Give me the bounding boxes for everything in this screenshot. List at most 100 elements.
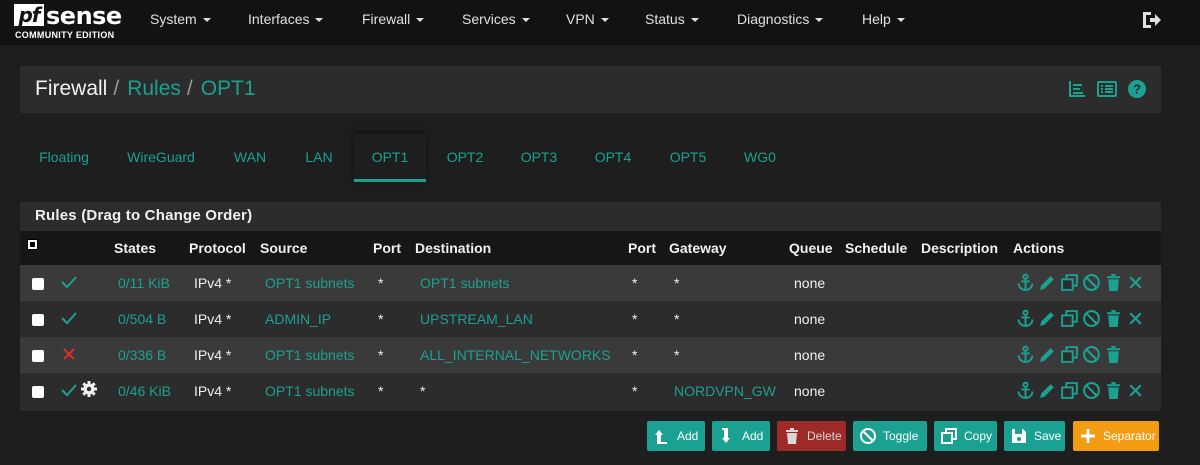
block-cross-icon[interactable]: [60, 345, 78, 366]
cell-source[interactable]: ADMIN_IP: [265, 311, 331, 327]
table-row[interactable]: 0/46 KiB IPv4 * OPT1 subnets * * * NORDVPN_GW n…: [20, 373, 1161, 409]
copy-button[interactable]: Copy: [934, 421, 997, 451]
add-top-button[interactable]: Add: [647, 421, 705, 451]
ban-icon[interactable]: [1082, 345, 1101, 367]
nav-services[interactable]: Services: [462, 11, 530, 27]
cell-destination[interactable]: OPT1 subnets: [420, 275, 510, 291]
trash-icon[interactable]: [1104, 381, 1123, 403]
cell-states[interactable]: 0/336 B: [118, 347, 166, 363]
pencil-icon[interactable]: [1038, 345, 1057, 367]
pencil-icon[interactable]: [1038, 273, 1057, 295]
pass-check-icon[interactable]: [60, 309, 78, 330]
cell-destination[interactable]: ALL_INTERNAL_NETWORKS: [420, 347, 611, 363]
breadcrumb-opt1-link[interactable]: OPT1: [201, 77, 256, 100]
logo-sense: sense: [46, 2, 122, 30]
table-row[interactable]: 0/11 KiB IPv4 * OPT1 subnets * OPT1 subnets *…: [20, 265, 1161, 301]
cell-destination-port: *: [632, 347, 638, 363]
add-bottom-button[interactable]: Add: [712, 421, 770, 451]
pass-check-icon[interactable]: [60, 381, 78, 402]
tab-opt3[interactable]: OPT3: [510, 134, 568, 182]
caret-down-icon: [315, 18, 324, 23]
tab-opt5[interactable]: OPT5: [659, 134, 717, 182]
row-checkbox[interactable]: [32, 278, 44, 290]
nav-diagnostics[interactable]: Diagnostics: [737, 11, 824, 27]
pfsense-logo[interactable]: pf sense COMMUNITY EDITION: [0, 0, 128, 45]
row-checkbox[interactable]: [32, 314, 44, 326]
tab-opt4[interactable]: OPT4: [584, 134, 642, 182]
trash-icon[interactable]: [1104, 345, 1123, 367]
copy-icon[interactable]: [1060, 273, 1079, 295]
tab-wan[interactable]: WAN: [220, 134, 280, 182]
ban-icon[interactable]: [1082, 273, 1101, 295]
trash-icon[interactable]: [1104, 309, 1123, 331]
list-icon[interactable]: [1097, 79, 1117, 99]
nav-help[interactable]: Help: [862, 11, 905, 27]
caret-down-icon: [600, 18, 609, 23]
row-actions: [1016, 273, 1145, 295]
help-icon[interactable]: ?: [1127, 79, 1147, 99]
cell-destination-port: *: [632, 275, 638, 291]
nav-system[interactable]: System: [150, 11, 211, 27]
chart-icon[interactable]: [1067, 79, 1087, 99]
row-checkbox[interactable]: [32, 386, 44, 398]
tab-floating[interactable]: Floating: [20, 134, 108, 182]
tab-wireguard[interactable]: WireGuard: [116, 134, 206, 182]
close-icon[interactable]: [1126, 273, 1145, 295]
interface-tabs: Floating WireGuard WAN LAN OPT1 OPT2 OPT…: [20, 134, 1161, 182]
nav-label: System: [150, 11, 197, 27]
row-checkbox[interactable]: [32, 350, 44, 362]
tab-opt1[interactable]: OPT1: [354, 134, 426, 182]
cell-source[interactable]: OPT1 subnets: [265, 275, 355, 291]
cell-source[interactable]: OPT1 subnets: [265, 383, 355, 399]
row-actions: [1016, 309, 1145, 331]
col-source: Source: [260, 240, 308, 256]
cell-queue: none: [794, 383, 826, 399]
pencil-icon[interactable]: [1038, 381, 1057, 403]
cell-states[interactable]: 0/504 B: [118, 311, 166, 327]
copy-icon[interactable]: [1060, 309, 1079, 331]
toggle-button[interactable]: Toggle: [853, 421, 927, 451]
ban-icon[interactable]: [1082, 381, 1101, 403]
delete-button[interactable]: Delete: [777, 421, 846, 451]
gear-icon[interactable]: [80, 380, 98, 401]
cell-states[interactable]: 0/46 KiB: [118, 383, 171, 399]
trash-icon[interactable]: [1104, 273, 1123, 295]
select-all-checkbox[interactable]: [27, 239, 38, 250]
tab-opt2[interactable]: OPT2: [436, 134, 494, 182]
cell-queue: none: [794, 347, 826, 363]
pencil-icon[interactable]: [1038, 309, 1057, 331]
save-button[interactable]: Save: [1004, 421, 1065, 451]
cell-source[interactable]: OPT1 subnets: [265, 347, 355, 363]
breadcrumb-rules-link[interactable]: Rules: [127, 77, 181, 100]
cell-gateway[interactable]: NORDVPN_GW: [674, 383, 776, 399]
tab-lan[interactable]: LAN: [292, 134, 346, 182]
close-icon[interactable]: [1126, 309, 1145, 331]
cell-states[interactable]: 0/11 KiB: [118, 275, 170, 291]
cell-destination[interactable]: UPSTREAM_LAN: [420, 311, 533, 327]
anchor-icon[interactable]: [1016, 309, 1035, 331]
add-separator-button[interactable]: Separator: [1073, 421, 1159, 451]
ban-icon[interactable]: [1082, 309, 1101, 331]
nav-status[interactable]: Status: [645, 11, 699, 27]
pass-check-icon[interactable]: [60, 273, 78, 294]
col-source-port: Port: [373, 240, 401, 256]
table-row[interactable]: 0/336 B IPv4 * OPT1 subnets * ALL_INTERNAL_N…: [20, 337, 1161, 373]
copy-icon[interactable]: [1060, 381, 1079, 403]
nav-interfaces[interactable]: Interfaces: [248, 11, 324, 27]
breadcrumb-bar: Firewall / Rules / OPT1 ?: [20, 66, 1161, 113]
tab-wg0[interactable]: WG0: [732, 134, 788, 182]
anchor-icon[interactable]: [1016, 381, 1035, 403]
arrow-down-icon: [722, 428, 730, 443]
anchor-icon[interactable]: [1016, 345, 1035, 367]
nav-vpn[interactable]: VPN: [566, 11, 609, 27]
nav-label: Interfaces: [248, 11, 310, 27]
nav-firewall[interactable]: Firewall: [362, 11, 425, 27]
copy-icon[interactable]: [1060, 345, 1079, 367]
col-protocol: Protocol: [189, 240, 246, 256]
anchor-icon[interactable]: [1016, 273, 1035, 295]
button-label: Add: [742, 429, 764, 443]
col-actions: Actions: [1013, 240, 1065, 256]
table-row[interactable]: 0/504 B IPv4 * ADMIN_IP * UPSTREAM_LAN * * none: [20, 301, 1161, 337]
close-icon[interactable]: [1126, 381, 1145, 403]
logout-icon[interactable]: [1140, 9, 1162, 31]
